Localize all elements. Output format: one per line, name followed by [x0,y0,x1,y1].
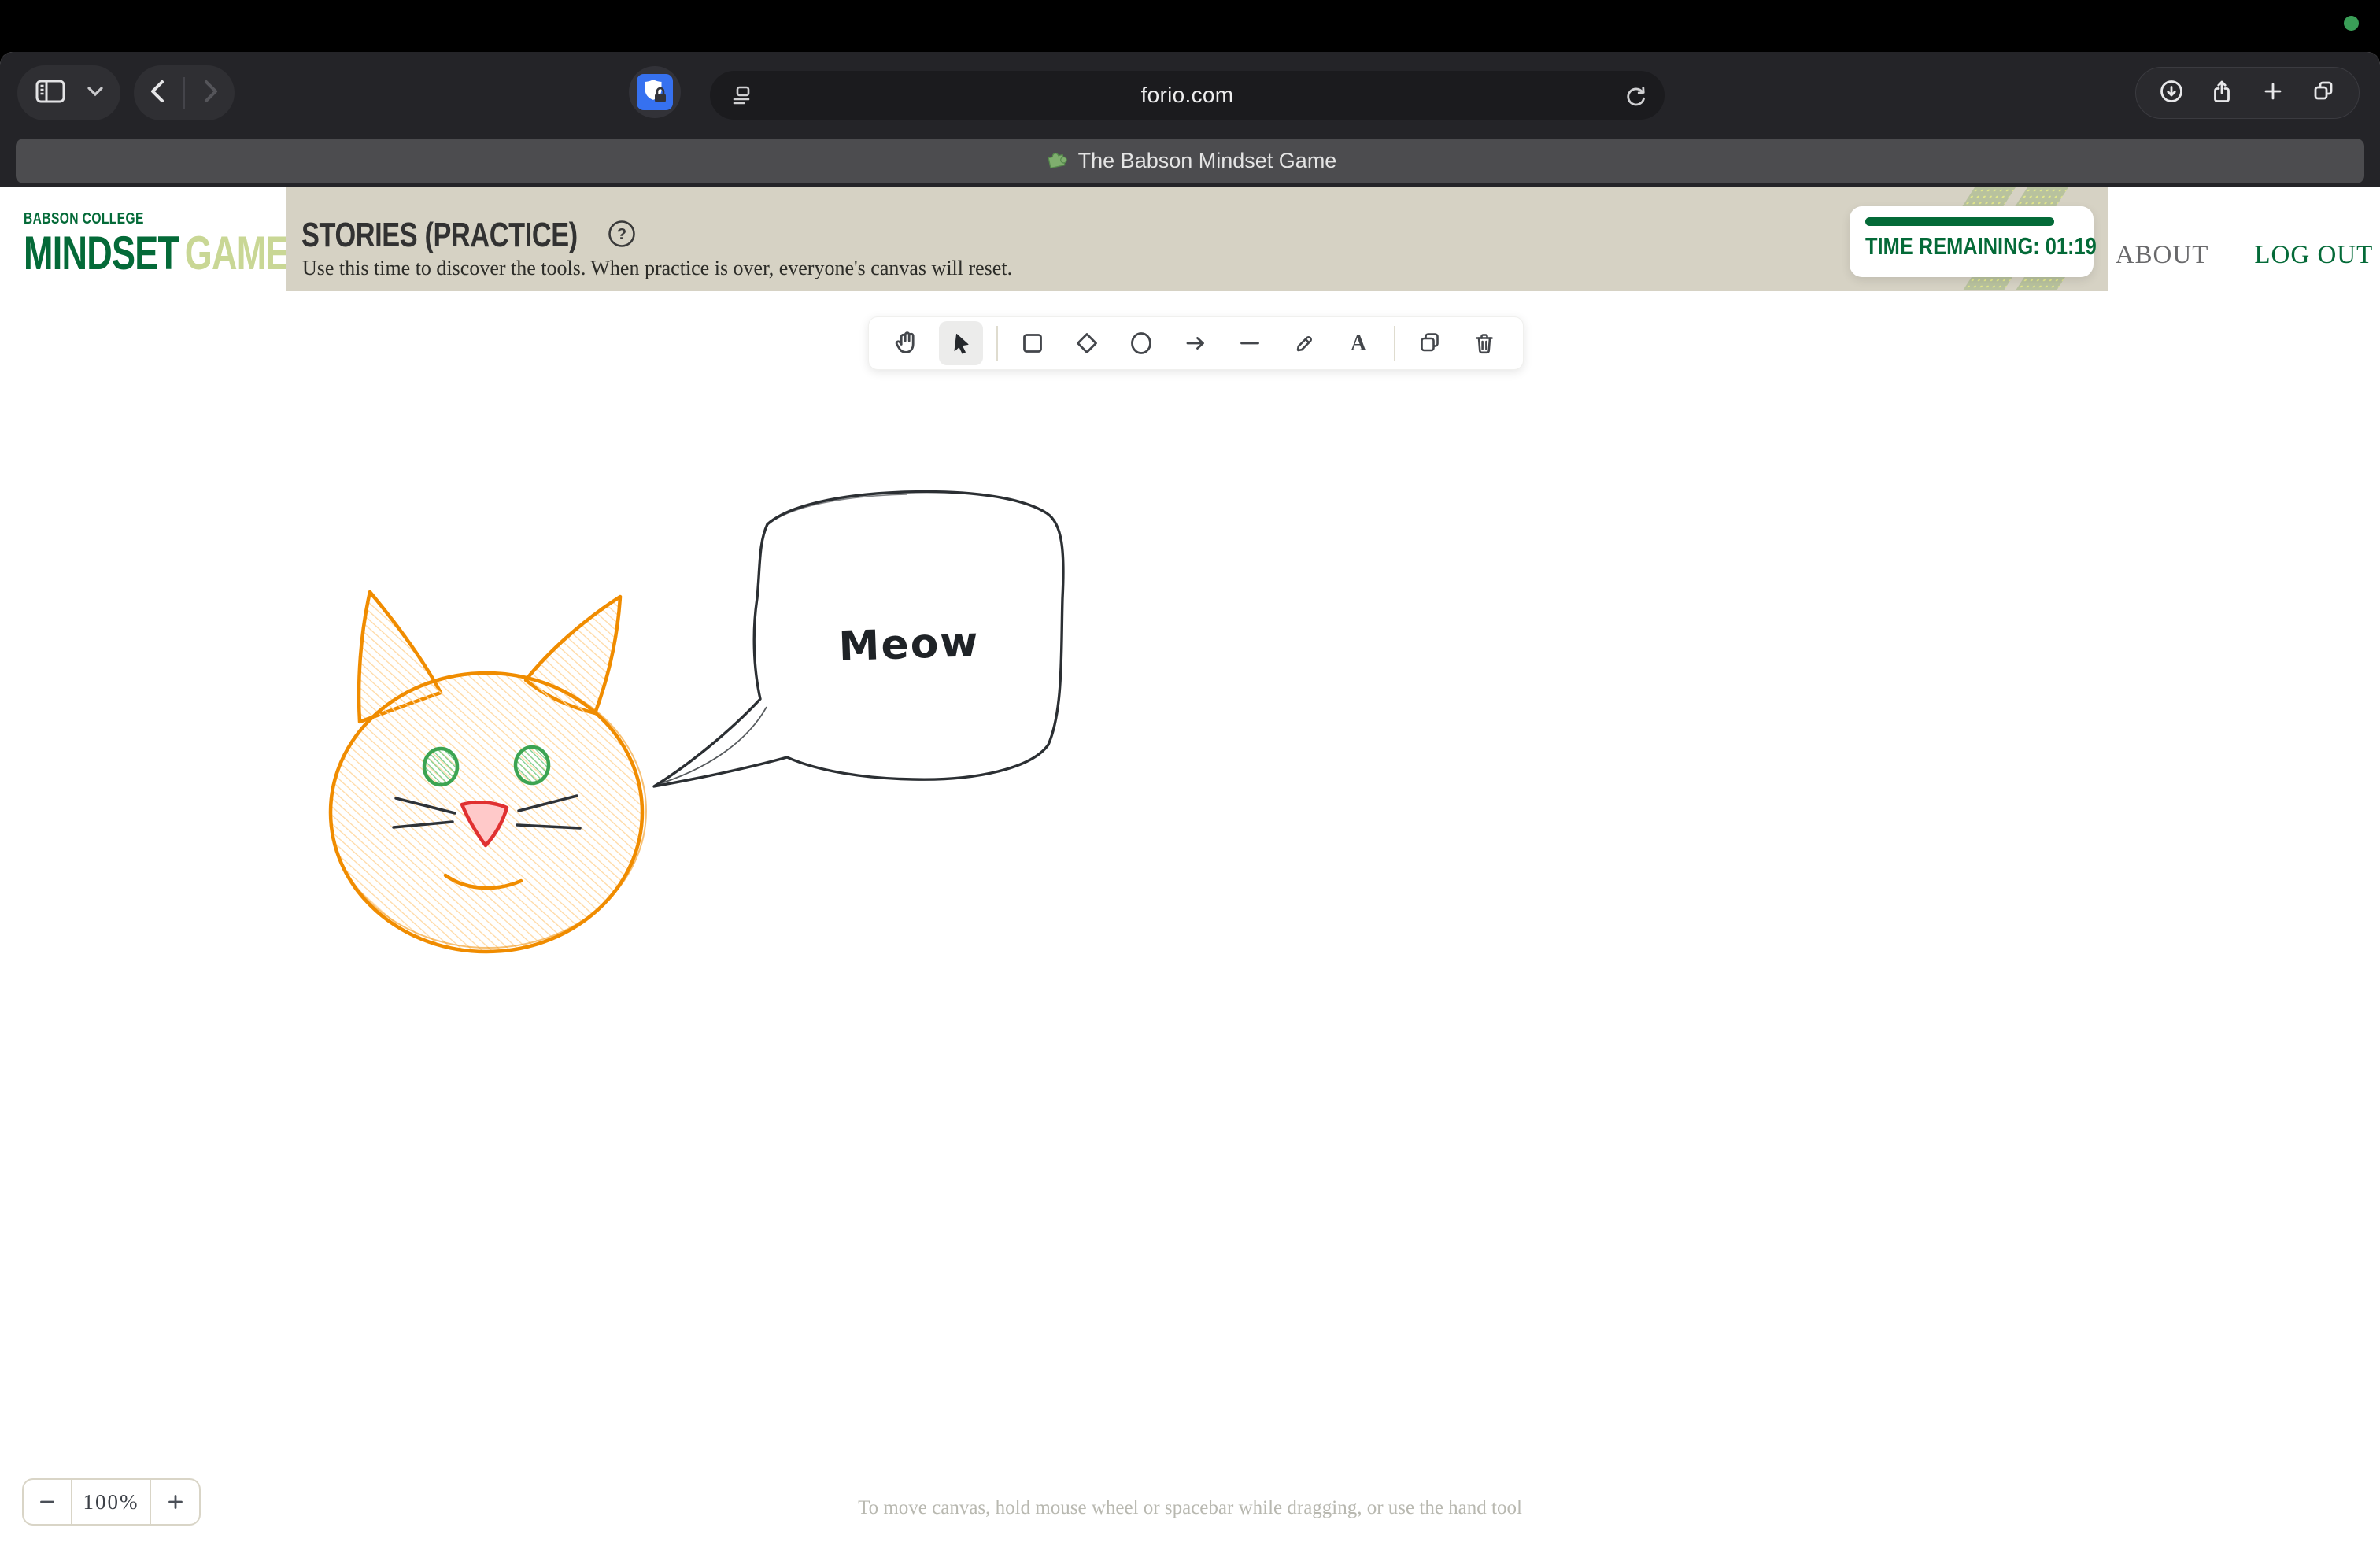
address-bar[interactable]: forio.com [710,71,1665,120]
pencil-icon [1288,327,1320,359]
chevron-stripe-decoration [2015,187,2068,206]
zoom-control: 100% [22,1478,201,1526]
macos-menubar [0,0,2380,52]
download-icon[interactable] [2156,76,2187,111]
drawing-toolbar: A [868,316,1524,370]
text-tool-button[interactable]: A [1336,321,1380,365]
timer-label: TIME REMAINING: 01:19 [1865,232,2097,261]
history-nav-group [134,65,235,120]
rectangle-tool-button[interactable] [1011,321,1055,365]
browser-toolbar: forio.com [0,52,2380,187]
speech-bubble[interactable]: Meow [654,492,1063,786]
screen: forio.com [0,0,2380,1546]
toolbar-divider [1394,326,1395,361]
diamond-icon [1071,327,1103,359]
zoom-out-button[interactable] [24,1480,71,1524]
cursor-icon [945,327,977,359]
url-text[interactable]: forio.com [710,71,1665,120]
line-icon [1234,327,1266,359]
plus-icon [165,1492,186,1512]
logo-mindset-text: MINDSET [24,227,179,279]
hand-tool-button[interactable] [885,321,929,365]
browser-tab[interactable]: The Babson Mindset Game [16,139,2364,183]
reload-icon[interactable] [1622,82,1649,113]
tab-title: The Babson Mindset Game [1078,149,1337,173]
zoom-level-value[interactable]: 100% [71,1480,151,1524]
toolbar-divider [996,326,998,361]
tab-overview-icon[interactable] [2308,76,2339,111]
safari-window: forio.com [0,52,2380,1546]
text-icon: A [1343,327,1374,359]
chevron-stripe-decoration [1962,187,2016,206]
header-nav: ABOUT LOG OUT [2108,187,2380,291]
chevron-stripe-decoration [1964,277,2012,290]
cat-drawing[interactable] [330,592,646,952]
babson-logo: BABSON COLLEGE MINDSETGAME [0,187,286,291]
canvas-hint-text: To move canvas, hold mouse wheel or spac… [0,1497,2380,1519]
draw-tool-button[interactable] [1282,321,1326,365]
page-subtitle: Use this time to discover the tools. Whe… [302,257,1012,280]
chevron-stripe-decoration [2016,277,2065,290]
chevron-down-icon[interactable] [86,84,105,102]
hand-icon [891,327,922,359]
sidebar-icon[interactable] [33,76,68,111]
nav-divider [183,77,185,109]
cat-eye-left[interactable] [424,749,457,785]
new-tab-icon[interactable] [2257,76,2289,111]
header-middle: STORIES (PRACTICE) ? Use this time to di… [286,187,2108,291]
forward-icon[interactable] [198,76,222,111]
logo-college-text: BABSON COLLEGE [24,211,144,227]
extension-button[interactable] [629,66,681,118]
page-title: STORIES (PRACTICE) [301,216,578,255]
whiteboard-canvas[interactable]: Meow [0,291,2380,1546]
sidebar-button-group [17,65,120,120]
app-header: BABSON COLLEGE MINDSETGAME STORIES (PRAC… [0,187,2380,293]
diamond-tool-button[interactable] [1065,321,1109,365]
back-icon[interactable] [146,76,170,111]
svg-text:A: A [1351,331,1367,356]
recording-indicator-dot [2344,16,2359,31]
logout-link[interactable]: LOG OUT [2254,241,2373,270]
line-tool-button[interactable] [1228,321,1272,365]
svg-text:?: ? [617,226,626,243]
duplicate-button[interactable] [1408,321,1452,365]
arrow-tool-button[interactable] [1173,321,1218,365]
canvas-drawing: Meow [0,291,2380,1546]
help-icon[interactable]: ? [607,219,637,253]
duplicate-icon [1414,327,1446,359]
ellipse-icon [1125,327,1157,359]
delete-button[interactable] [1462,321,1506,365]
logo-game-text: GAME [185,227,289,279]
minus-icon [37,1492,57,1512]
trash-icon [1469,327,1500,359]
timer-card: TIME REMAINING: 01:19 [1850,206,2094,277]
zoom-in-button[interactable] [151,1480,199,1524]
speech-text[interactable]: Meow [838,619,981,671]
puzzle-piece-favicon [1044,147,1067,175]
ellipse-tool-button[interactable] [1119,321,1163,365]
arrow-icon [1180,327,1211,359]
window-actions-group [2135,67,2360,119]
share-icon[interactable] [2206,76,2238,111]
selection-tool-button[interactable] [939,321,983,365]
timer-progress-bar [1865,217,2054,226]
shield-lock-extension-icon [637,74,673,110]
cat-eye-right[interactable] [516,747,549,783]
rectangle-icon [1017,327,1048,359]
